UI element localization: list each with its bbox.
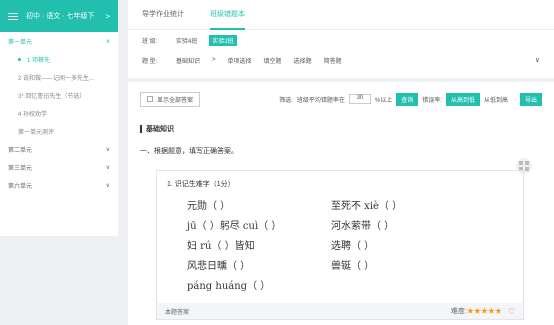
question-item: jū（ ）躬尽 cuì（ ） xyxy=(187,221,282,232)
sort-label: 错误率: xyxy=(422,97,442,104)
type-option-single[interactable]: 单项选择 xyxy=(228,56,252,65)
question-card: 1. 识记生难字（1分） 元勋（ ） 至死不 xiè（ ） jū（ ）躬尽 cu… xyxy=(156,170,524,320)
sidebar-lesson-4[interactable]: 4 孙权劝学 xyxy=(0,104,118,122)
sidebar-lesson-1[interactable]: 1 邓稼先 xyxy=(0,50,118,68)
content-panel: 显示全部答案 筛选: 班级平均错题率在 30 %以上 查询 错误率: 从高到低 … xyxy=(128,82,554,325)
question-item: 风悲日曛（ ） xyxy=(187,261,251,272)
unit-label: 第二单元 xyxy=(8,147,33,154)
sidebar-lesson-5[interactable]: 第一单元测评 xyxy=(0,122,118,140)
class-option-2[interactable]: 实验2班 xyxy=(209,34,237,46)
unit-label: 第三单元 xyxy=(8,165,33,172)
question-title: 1. 识记生难字（1分） xyxy=(167,181,235,188)
sort-low-to-high-button[interactable]: 从低到高 xyxy=(484,95,508,104)
difficulty-label: 难度: xyxy=(450,308,467,315)
section-title: 基础知识 xyxy=(140,124,542,134)
chevron-down-icon[interactable]: ∨ xyxy=(535,56,540,64)
sidebar-unit-2[interactable]: 第二单元 ∨ xyxy=(0,140,118,158)
show-all-answers-checkbox[interactable]: 显示全部答案 xyxy=(140,91,201,107)
unit-label: 第一单元 xyxy=(8,39,33,46)
difficulty-rating: 难度:★★★★★ xyxy=(451,306,502,316)
lesson-label: 3* 回忆鲁迅先生（节选） xyxy=(18,93,86,100)
sidebar-lesson-3[interactable]: 3* 回忆鲁迅先生（节选） xyxy=(0,86,118,104)
rate-input[interactable]: 30 xyxy=(348,94,371,104)
type-option-fill[interactable]: 填空题 xyxy=(264,56,282,65)
sidebar-unit-1[interactable]: 第一单元 ∧ xyxy=(0,32,118,50)
chevron-down-icon: ∨ xyxy=(105,146,110,153)
question-item: 河水萦带（ ） xyxy=(331,221,395,232)
filter-toolbar: 导学作业统计 班级错题本 班 级: 实验4班 实验2班 题 型: 基础知识 > … xyxy=(128,0,554,78)
sidebar-unit-3[interactable]: 第三单元 ∨ xyxy=(0,158,118,176)
tab-error-book[interactable]: 班级错题本 xyxy=(210,0,245,30)
control-bar: 显示全部答案 筛选: 班级平均错题率在 30 %以上 查询 错误率: 从高到低 … xyxy=(128,82,554,116)
error-rate-filter: 筛选: 班级平均错题率在 30 %以上 查询 错误率: 从高到低 从低到高 导出 xyxy=(279,92,542,106)
type-label: 题 型: xyxy=(142,58,158,65)
query-button[interactable]: 查询 xyxy=(396,92,419,106)
active-dot-icon xyxy=(18,57,21,61)
answer-toggle[interactable]: 本题答案 xyxy=(165,307,189,316)
show-all-label: 显示全部答案 xyxy=(157,97,194,104)
question-item: 元勋（ ） xyxy=(187,201,231,212)
type-option-choice[interactable]: 选择题 xyxy=(294,56,312,65)
checkbox-icon xyxy=(147,96,153,102)
lesson-label: 4 孙权劝学 xyxy=(18,111,48,118)
unit-label: 第六单元 xyxy=(8,183,33,190)
question-footer: 本题答案 难度:★★★★★ ♡ xyxy=(157,303,523,319)
class-label: 班 级: xyxy=(142,38,158,45)
lesson-label: 1 邓稼先 xyxy=(27,57,51,64)
heart-icon[interactable]: ♡ xyxy=(508,307,515,316)
chevron-down-icon: ∨ xyxy=(105,164,110,171)
type-option-basic[interactable]: 基础知识 xyxy=(176,56,200,65)
question-item: 妇 rú（ ）皆知 xyxy=(187,241,255,252)
chevron-right-icon: > xyxy=(212,57,216,63)
chevron-right-icon[interactable]: > xyxy=(105,12,110,21)
instruction-text: 一、根据题意，填写正确答案。 xyxy=(140,148,238,155)
tab-homework-stats[interactable]: 导学作业统计 xyxy=(142,0,184,30)
filter-label: 筛选: xyxy=(279,97,293,104)
rate-suffix: %以上 xyxy=(374,97,393,104)
grade-title: 初中 · 语文 · 七年级下 xyxy=(26,13,95,20)
class-filter-row: 班 级: 实验4班 实验2班 xyxy=(128,30,554,50)
class-option-4[interactable]: 实验4班 xyxy=(176,36,197,45)
question-items: 元勋（ ） 至死不 xiè（ ） jū（ ）躬尽 cuì（ ） 河水萦带（ ） … xyxy=(187,197,523,292)
chevron-up-icon: ∧ xyxy=(105,38,110,45)
type-filter-row: 题 型: 基础知识 > 单项选择 填空题 选择题 简答题 ∨ xyxy=(128,50,554,70)
export-button[interactable]: 导出 xyxy=(519,92,542,106)
question-item: 至死不 xiè（ ） xyxy=(331,201,403,212)
question-item: páng huáng（ ） xyxy=(187,281,271,292)
lesson-label: 第一单元测评 xyxy=(18,129,55,136)
stars-icon: ★★★★★ xyxy=(466,308,502,315)
chevron-down-icon: ∨ xyxy=(105,182,110,189)
question-item: 选聘（ ） xyxy=(331,241,375,252)
menu-icon[interactable] xyxy=(8,12,18,20)
sidebar-lesson-2[interactable]: 2 说和做——记闻一多先生... xyxy=(0,68,118,86)
tab-bar: 导学作业统计 班级错题本 xyxy=(128,0,554,30)
sidebar-unit-6[interactable]: 第六单元 ∨ xyxy=(0,176,118,194)
sort-high-to-low-button[interactable]: 从高到低 xyxy=(445,92,480,106)
question-item: 兽铤（ ） xyxy=(331,261,375,272)
sidebar: 初中 · 语文 · 七年级下 > 第一单元 ∧ 1 邓稼先 2 说和做——记闻一… xyxy=(0,0,118,236)
type-option-short[interactable]: 简答题 xyxy=(324,56,342,65)
lesson-label: 2 说和做——记闻一多先生... xyxy=(18,75,95,82)
rate-label: 班级平均错题率在 xyxy=(296,97,345,104)
sidebar-header[interactable]: 初中 · 语文 · 七年级下 > xyxy=(0,0,118,32)
